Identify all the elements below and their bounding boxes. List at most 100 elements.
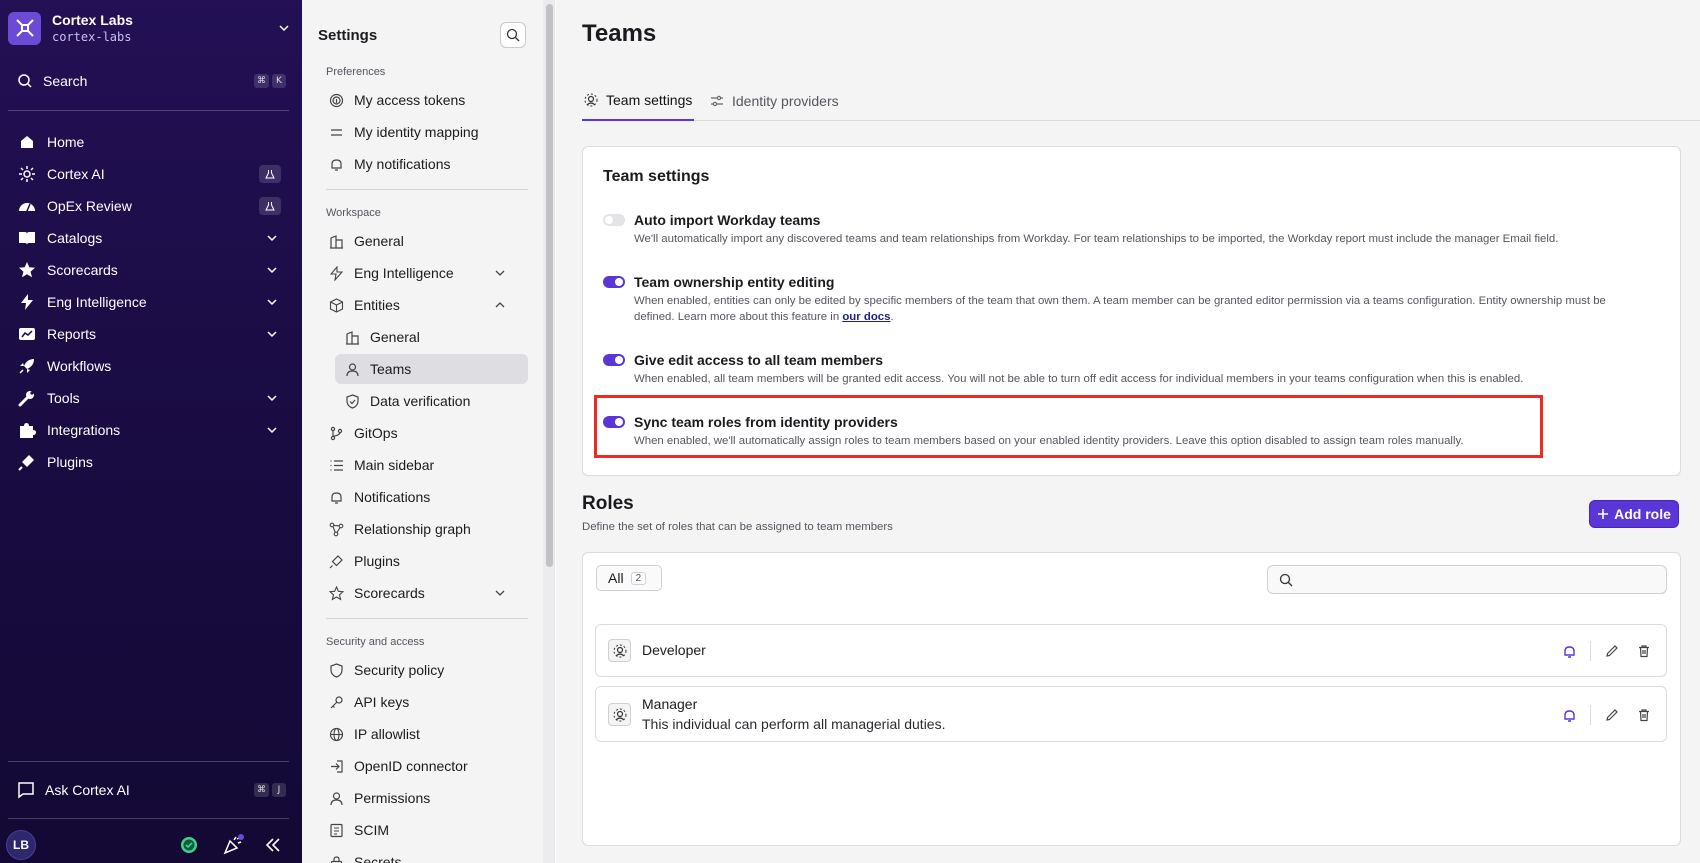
- trash-icon[interactable]: [1633, 640, 1655, 662]
- edit-icon[interactable]: [1601, 704, 1623, 726]
- settings-item-openid-connector[interactable]: OpenID connector: [326, 751, 510, 781]
- settings-item-label: Notifications: [354, 489, 431, 505]
- settings-item-api-keys[interactable]: API keys: [326, 687, 510, 717]
- add-role-button[interactable]: Add role: [1589, 500, 1679, 528]
- nav-search[interactable]: Search ⌘ K: [8, 70, 286, 92]
- edit-icon[interactable]: [1601, 640, 1623, 662]
- settings-item-label: Permissions: [354, 790, 431, 806]
- nav-item-reports[interactable]: Reports: [8, 318, 290, 350]
- tab-bar: Team settings Identity providers: [582, 80, 1700, 121]
- nav-item-integrations[interactable]: Integrations: [8, 414, 290, 446]
- settings-item-secrets[interactable]: Secrets: [326, 847, 510, 863]
- toggle-edit-access-all[interactable]: [603, 354, 625, 366]
- bell-icon: [328, 156, 344, 172]
- settings-item-notifications[interactable]: Notifications: [326, 482, 510, 512]
- party-popper-icon[interactable]: [222, 834, 244, 856]
- settings-item-plugins[interactable]: Plugins: [326, 546, 510, 576]
- roles-title: Roles: [582, 493, 634, 514]
- settings-item-eng-intelligence[interactable]: Eng Intelligence: [326, 258, 510, 288]
- nav-item-home[interactable]: Home: [8, 126, 290, 158]
- building-icon: [328, 233, 344, 249]
- chevron-down-icon: [492, 587, 508, 599]
- settings-item-my-access-tokens[interactable]: My access tokens: [326, 85, 510, 115]
- divider: [8, 110, 289, 111]
- nav-item-workflows[interactable]: Workflows: [8, 350, 290, 382]
- team-icon: [608, 703, 631, 726]
- rocket-icon: [17, 356, 37, 376]
- nav-item-label: Scorecards: [47, 262, 118, 278]
- id-card-icon: [328, 822, 344, 838]
- settings-item-entities[interactable]: Entities: [326, 290, 510, 320]
- nav-item-scorecards[interactable]: Scorecards: [8, 254, 290, 286]
- add-role-label: Add role: [1614, 506, 1671, 522]
- main-nav: Cortex Labs cortex-labs Search ⌘ K Home …: [0, 0, 302, 863]
- nav-item-plugins[interactable]: Plugins: [8, 446, 290, 478]
- role-description: This individual can perform all manageri…: [642, 716, 946, 732]
- settings-item-entities-general[interactable]: General: [335, 322, 528, 352]
- cube-icon: [328, 297, 344, 313]
- list-icon: [328, 457, 344, 473]
- roles-subtitle: Define the set of roles that can be assi…: [582, 521, 893, 533]
- settings-item-my-identity-mapping[interactable]: My identity mapping: [326, 117, 510, 147]
- nav-item-cortex-ai[interactable]: Cortex AI: [8, 158, 290, 190]
- collapse-sidebar-icon[interactable]: [264, 836, 282, 854]
- nav-item-tools[interactable]: Tools: [8, 382, 290, 414]
- trash-icon[interactable]: [1633, 704, 1655, 726]
- settings-item-relationship-graph[interactable]: Relationship graph: [326, 514, 510, 544]
- nav-item-catalogs[interactable]: Catalogs: [8, 222, 290, 254]
- avatar[interactable]: LB: [6, 829, 36, 860]
- toggle-auto-import-workday[interactable]: [603, 214, 625, 226]
- role-row-developer[interactable]: Developer: [595, 624, 1667, 677]
- nav-item-opex-review[interactable]: OpEx Review: [8, 190, 290, 222]
- ask-label: Ask Cortex AI: [45, 782, 130, 798]
- building-icon: [344, 329, 360, 345]
- setting-title: Give edit access to all team members: [634, 352, 884, 368]
- settings-item-label: Entities: [354, 297, 400, 313]
- nav-item-label: Eng Intelligence: [47, 294, 147, 310]
- chevron-down-icon: [492, 267, 508, 279]
- scrollbar-thumb[interactable]: [546, 4, 553, 567]
- settings-item-data-verification[interactable]: Data verification: [335, 386, 528, 416]
- user-icon: [328, 790, 344, 806]
- chevron-down-icon: [264, 232, 280, 244]
- toggle-team-ownership-editing[interactable]: [603, 276, 625, 288]
- settings-item-label: SCIM: [354, 822, 389, 838]
- settings-search-button[interactable]: [500, 22, 526, 48]
- nav-item-label: Workflows: [47, 358, 112, 374]
- settings-item-my-notifications[interactable]: My notifications: [326, 149, 510, 179]
- team-icon: [584, 93, 598, 107]
- settings-item-permissions[interactable]: Permissions: [326, 783, 510, 813]
- setting-title: Auto import Workday teams: [634, 212, 821, 228]
- bell-icon[interactable]: [1558, 640, 1580, 662]
- roles-search-input[interactable]: [1301, 572, 1666, 587]
- tab-team-settings[interactable]: Team settings: [582, 80, 695, 121]
- plug-icon: [17, 452, 37, 472]
- org-switcher[interactable]: Cortex Labs cortex-labs: [8, 6, 294, 50]
- settings-item-main-sidebar[interactable]: Main sidebar: [326, 450, 510, 480]
- chevron-down-icon: [274, 22, 294, 34]
- nav-item-eng-intelligence[interactable]: Eng Intelligence: [8, 286, 290, 318]
- settings-item-scorecards[interactable]: Scorecards: [326, 578, 510, 608]
- role-row-manager[interactable]: Manager This individual can perform all …: [595, 686, 1667, 742]
- settings-item-scim[interactable]: SCIM: [326, 815, 510, 845]
- settings-item-teams[interactable]: Teams: [335, 354, 528, 384]
- nav-item-label: Tools: [47, 390, 80, 406]
- filter-all-button[interactable]: All 2: [596, 565, 662, 591]
- nav-search-label: Search: [43, 73, 88, 89]
- settings-item-label: IP allowlist: [354, 726, 420, 742]
- lock-icon: [328, 854, 344, 863]
- settings-item-label: Eng Intelligence: [354, 265, 454, 281]
- status-ok-icon[interactable]: [180, 836, 198, 854]
- settings-item-label: My identity mapping: [354, 124, 479, 140]
- nav-item-label: Reports: [47, 326, 97, 342]
- settings-item-ip-allowlist[interactable]: IP allowlist: [326, 719, 510, 749]
- bell-icon[interactable]: [1558, 704, 1580, 726]
- tab-identity-providers[interactable]: Identity providers: [710, 80, 839, 121]
- filter-label: All: [608, 570, 624, 586]
- setting-team-ownership-editing: Team ownership entity editing When enabl…: [603, 274, 1663, 324]
- settings-item-general[interactable]: General: [326, 226, 510, 256]
- our-docs-link[interactable]: our docs: [842, 311, 890, 323]
- settings-item-gitops[interactable]: GitOps: [326, 418, 510, 448]
- ask-cortex-ai-button[interactable]: Ask Cortex AI ⌘ J: [8, 778, 286, 802]
- settings-item-security-policy[interactable]: Security policy: [326, 655, 510, 685]
